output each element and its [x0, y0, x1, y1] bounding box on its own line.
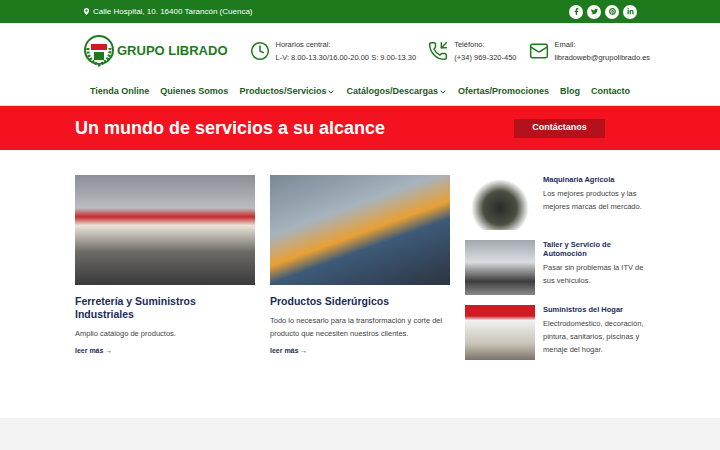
address: Calle Hospital, 10. 16400 Tarancón (Cuen… — [83, 6, 253, 18]
phone-icon — [428, 41, 448, 61]
contact-info: Horarios central:L-V: 8.00-13.30/16.00-2… — [250, 38, 651, 64]
featured-photo — [270, 175, 450, 285]
banner: Un mundo de servicios a su alcanceContác… — [0, 106, 720, 150]
linkedin-icon — [627, 8, 634, 15]
read-more-link[interactable]: leer más → — [270, 346, 450, 357]
nav-item[interactable]: Ofertas/Promociones — [458, 85, 549, 99]
social-links — [569, 5, 637, 19]
service-description: Pasar sin problemas la ITV de sus vehícu… — [543, 261, 645, 287]
mail-icon — [529, 41, 549, 61]
read-more-link[interactable]: leer más → — [75, 346, 255, 357]
contact-button[interactable]: Contáctanos — [514, 119, 605, 138]
social-button[interactable] — [587, 5, 601, 19]
nav-item[interactable]: Contacto — [591, 85, 630, 99]
facebook-icon — [573, 8, 580, 15]
service-photo — [465, 240, 535, 295]
nav-item[interactable]: Productos/Servicios — [239, 85, 335, 99]
social-button[interactable] — [605, 5, 619, 19]
clock-icon — [250, 41, 270, 61]
chevron-down-icon — [327, 88, 335, 96]
service-item: Taller y Servicio de Automoción Pasar sin… — [465, 240, 645, 295]
header: GRUPO LIBRADO Horarios central:L-V: 8.00-… — [0, 23, 720, 78]
featured-card: Productos Siderúrgicos Todo lo necesario … — [270, 175, 450, 418]
next-section — [0, 418, 720, 450]
featured-photo — [75, 175, 255, 285]
featured-title[interactable]: Productos Siderúrgicos — [270, 295, 450, 308]
nav-item[interactable]: Catálogos/Descargas — [346, 85, 447, 99]
chevron-down-icon — [439, 88, 447, 96]
nav-item[interactable]: Quienes Somos — [160, 85, 228, 99]
content: Ferretería y Suministros Industriales Amp… — [0, 150, 720, 418]
nav-item[interactable]: Blog — [560, 85, 580, 99]
service-photo — [465, 305, 535, 360]
social-button[interactable] — [623, 5, 637, 19]
map-marker-icon — [83, 8, 90, 15]
main-nav: Tienda Online Quienes Somos Productos/Serv… — [0, 78, 720, 106]
featured-title[interactable]: Ferretería y Suministros Industriales — [75, 295, 255, 321]
featured-description: Amplio catálogo de productos. — [75, 327, 255, 340]
logo[interactable]: GRUPO LIBRADO — [83, 34, 228, 68]
contact-item: Teléfono:(+34) 969-320-450 — [428, 38, 516, 64]
service-item: Maquinaria Agrícola Los mejores productos… — [465, 175, 645, 230]
service-title[interactable]: Taller y Servicio de Automoción — [543, 240, 645, 258]
service-description: Electrodoméstico, decoración, pintura, s… — [543, 317, 645, 356]
page: Calle Hospital, 10. 16400 Tarancón (Cuen… — [0, 0, 720, 450]
service-title[interactable]: Suministros del Hogar — [543, 305, 645, 314]
social-button[interactable] — [569, 5, 583, 19]
featured-description: Todo lo necesario para la transformación… — [270, 314, 450, 340]
contact-item: Horarios central:L-V: 8.00-13.30/16.00-2… — [250, 38, 417, 64]
top-bar: Calle Hospital, 10. 16400 Tarancón (Cuen… — [0, 0, 720, 23]
service-description: Los mejores productos y las mejores marc… — [543, 187, 645, 213]
service-title[interactable]: Maquinaria Agrícola — [543, 175, 645, 184]
logo-emblem-icon — [83, 34, 115, 68]
featured-card: Ferretería y Suministros Industriales Amp… — [75, 175, 255, 418]
twitter-icon — [591, 8, 598, 15]
service-photo — [465, 175, 535, 230]
nav-item[interactable]: Tienda Online — [90, 85, 149, 99]
contact-item: Email:libradoweb@grupolibrado.es — [529, 38, 651, 64]
services-list: Maquinaria Agrícola Los mejores productos… — [465, 175, 645, 418]
service-item: Suministros del Hogar Electrodoméstico, d… — [465, 305, 645, 360]
pinterest-icon — [609, 8, 616, 15]
